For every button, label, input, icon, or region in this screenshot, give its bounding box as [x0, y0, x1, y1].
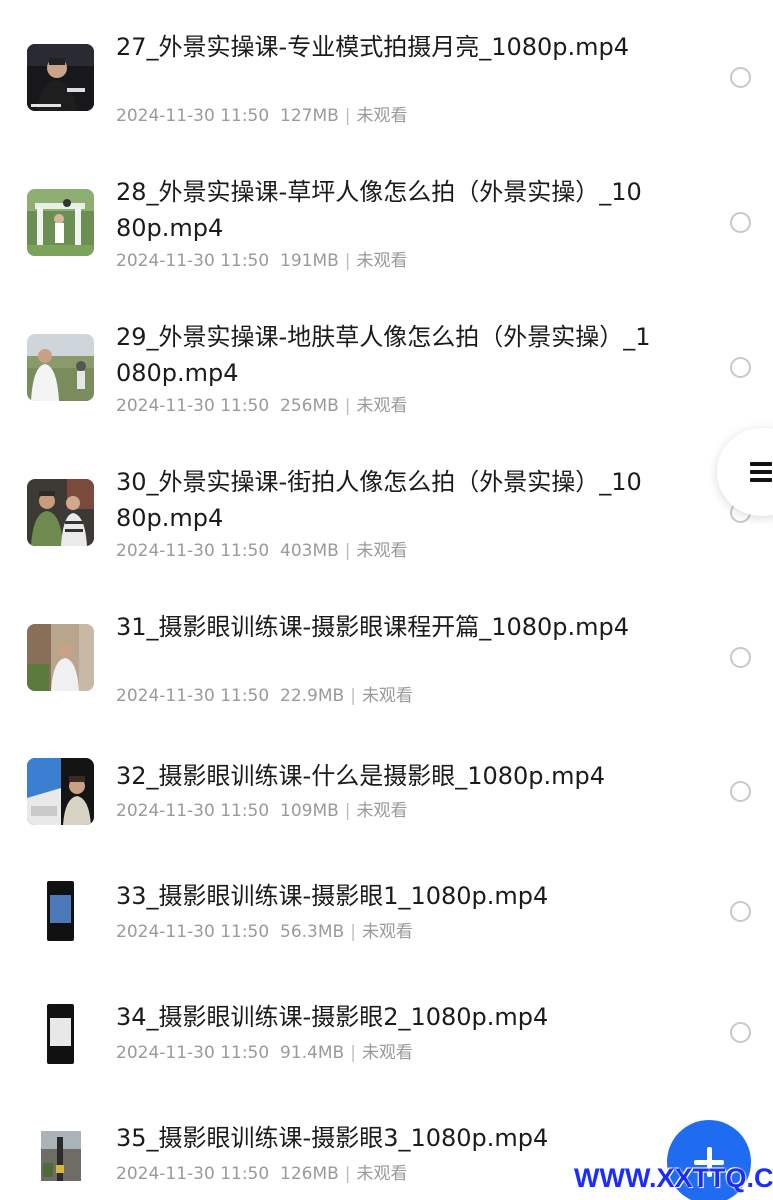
file-row[interactable]: 28_外景实操课-草坪人像怎么拍（外景实操）_1080p.mp4 2024-11… — [0, 145, 773, 290]
video-thumbnail — [27, 758, 94, 825]
file-size: 191MB — [280, 251, 339, 271]
file-size: 403MB — [280, 541, 339, 561]
video-thumbnail — [27, 881, 94, 948]
meta-divider: | — [344, 396, 351, 416]
file-row[interactable]: 33_摄影眼训练课-摄影眼1_1080p.mp4 2024-11-30 11:5… — [0, 845, 773, 966]
file-title: 27_外景实操课-专业模式拍摄月亮_1080p.mp4 — [116, 33, 630, 61]
file-date: 2024-11-30 11:50 — [116, 1164, 270, 1184]
meta-divider: | — [344, 541, 351, 561]
file-size: 109MB — [280, 801, 339, 821]
video-thumbnail — [27, 624, 94, 691]
video-thumbnail — [27, 44, 94, 111]
select-radio[interactable] — [730, 67, 751, 88]
file-title: 31_摄影眼训练课-摄影眼课程开篇_1080p.mp4 — [116, 613, 630, 641]
file-size: 256MB — [280, 396, 339, 416]
watch-status: 未观看 — [356, 1164, 408, 1184]
file-title: 32_摄影眼训练课-什么是摄影眼_1080p.mp4 — [116, 762, 606, 790]
select-radio[interactable] — [730, 357, 751, 378]
watch-status: 未观看 — [356, 106, 408, 126]
file-row[interactable]: 29_外景实操课-地肤草人像怎么拍（外景实操）_1080p.mp4 2024-1… — [0, 290, 773, 435]
phone-frame — [47, 1004, 74, 1064]
phone-frame — [47, 881, 74, 941]
select-radio[interactable] — [730, 212, 751, 233]
meta-divider: | — [350, 922, 356, 942]
meta-divider: | — [350, 686, 356, 706]
select-radio[interactable] — [730, 901, 751, 922]
file-meta: 2024-11-30 11:50 256MB | 未观看 — [116, 395, 408, 417]
watch-status: 未观看 — [356, 541, 408, 561]
watermark-text: WWW.XXTTQ.COM — [574, 1163, 773, 1193]
watch-status: 未观看 — [356, 396, 408, 416]
file-title: 30_外景实操课-街拍人像怎么拍（外景实操）_1080p.mp4 — [116, 468, 642, 532]
file-date: 2024-11-30 11:50 — [116, 922, 270, 942]
file-row[interactable]: 31_摄影眼训练课-摄影眼课程开篇_1080p.mp4 2024-11-30 1… — [0, 580, 773, 725]
meta-divider: | — [344, 106, 351, 126]
video-thumbnail — [27, 189, 94, 256]
file-title: 28_外景实操课-草坪人像怎么拍（外景实操）_1080p.mp4 — [116, 178, 642, 242]
watch-status: 未观看 — [361, 1043, 413, 1063]
file-title: 33_摄影眼训练课-摄影眼1_1080p.mp4 — [116, 882, 549, 910]
file-date: 2024-11-30 11:50 — [116, 251, 270, 271]
file-date: 2024-11-30 11:50 — [116, 686, 270, 706]
file-size: 127MB — [280, 106, 339, 126]
video-thumbnail — [27, 334, 94, 401]
file-row[interactable]: 27_外景实操课-专业模式拍摄月亮_1080p.mp4 2024-11-30 1… — [0, 0, 773, 145]
watch-status: 未观看 — [356, 801, 408, 821]
file-meta: 2024-11-30 11:50 126MB | 未观看 — [116, 1163, 408, 1185]
watch-status: 未观看 — [356, 251, 408, 271]
file-title: 35_摄影眼训练课-摄影眼3_1080p.mp4 — [116, 1124, 549, 1152]
file-date: 2024-11-30 11:50 — [116, 396, 270, 416]
file-meta: 2024-11-30 11:50 191MB | 未观看 — [116, 250, 408, 272]
watch-status: 未观看 — [361, 922, 413, 942]
select-radio[interactable] — [730, 781, 751, 802]
file-size: 91.4MB — [280, 1043, 345, 1063]
file-row[interactable]: 32_摄影眼训练课-什么是摄影眼_1080p.mp4 2024-11-30 11… — [0, 725, 773, 845]
file-list-screen: 27_外景实操课-专业模式拍摄月亮_1080p.mp4 2024-11-30 1… — [0, 0, 773, 1200]
file-meta: 2024-11-30 11:50 91.4MB | 未观看 — [116, 1042, 413, 1064]
video-thumbnail — [27, 1004, 94, 1071]
file-meta: 2024-11-30 11:50 22.9MB | 未观看 — [116, 685, 413, 707]
video-thumbnail — [27, 1123, 94, 1190]
file-meta: 2024-11-30 11:50 403MB | 未观看 — [116, 540, 408, 562]
file-size: 56.3MB — [280, 922, 345, 942]
file-title: 29_外景实操课-地肤草人像怎么拍（外景实操）_1080p.mp4 — [116, 323, 651, 387]
file-title: 34_摄影眼训练课-摄影眼2_1080p.mp4 — [116, 1003, 549, 1031]
meta-divider: | — [344, 801, 351, 821]
file-meta: 2024-11-30 11:50 127MB | 未观看 — [116, 105, 408, 127]
file-row[interactable]: 34_摄影眼训练课-摄影眼2_1080p.mp4 2024-11-30 11:5… — [0, 966, 773, 1087]
meta-divider: | — [344, 251, 351, 271]
select-radio[interactable] — [730, 1022, 751, 1043]
file-size: 126MB — [280, 1164, 339, 1184]
file-meta: 2024-11-30 11:50 109MB | 未观看 — [116, 800, 408, 822]
file-date: 2024-11-30 11:50 — [116, 801, 270, 821]
file-date: 2024-11-30 11:50 — [116, 106, 270, 126]
file-date: 2024-11-30 11:50 — [116, 1043, 270, 1063]
file-date: 2024-11-30 11:50 — [116, 541, 270, 561]
meta-divider: | — [344, 1164, 351, 1184]
file-meta: 2024-11-30 11:50 56.3MB | 未观看 — [116, 921, 413, 943]
watch-status: 未观看 — [361, 686, 413, 706]
file-row[interactable]: 30_外景实操课-街拍人像怎么拍（外景实操）_1080p.mp4 2024-11… — [0, 435, 773, 580]
select-radio[interactable] — [730, 647, 751, 668]
file-size: 22.9MB — [280, 686, 345, 706]
video-thumbnail — [27, 479, 94, 546]
meta-divider: | — [350, 1043, 356, 1063]
